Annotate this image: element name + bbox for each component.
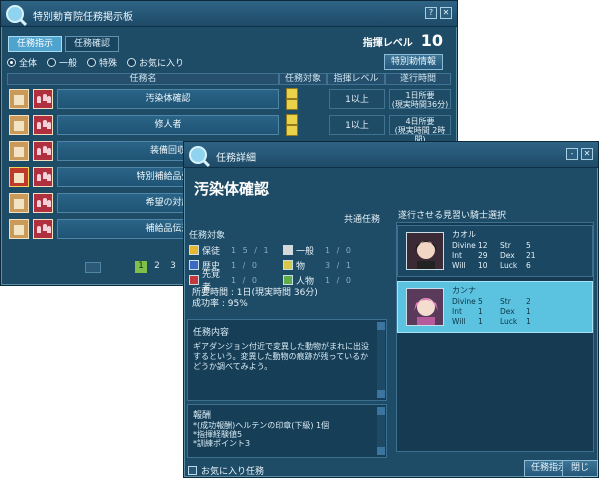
quest-time: 4日所要 (現実時間 2時間)	[389, 115, 451, 144]
filter-special[interactable]: 特殊	[87, 56, 117, 69]
reward-item: *指揮経験値5	[193, 430, 243, 439]
quest-type-icon	[9, 89, 29, 109]
quest-title: 汚染体確認	[194, 180, 270, 198]
col-level: 指揮レベル	[327, 73, 385, 85]
minimize-icon[interactable]: -	[566, 148, 578, 160]
reward-label: 報酬	[193, 411, 212, 421]
filter-general[interactable]: 一般	[47, 56, 77, 69]
knight-select-panel: カオル Divine 12 Str 5 Int 29 Dex 21 Will 10 Luck 6 …	[396, 222, 594, 452]
search-icon	[6, 5, 24, 23]
knights-icon	[33, 193, 53, 213]
board-title: 特別勅育院任務掲示板	[33, 12, 133, 23]
success-rate: 成功率 : 95%	[192, 299, 248, 309]
page-2[interactable]: 2	[151, 261, 163, 273]
filter-all[interactable]: 全体	[7, 56, 37, 69]
quest-row[interactable]: 修人者 1以上 4日所要 (現実時間 2時間)	[7, 114, 451, 144]
special-quest-icon	[9, 167, 29, 187]
close-icon[interactable]: ✕	[440, 7, 452, 19]
pioneer-icon	[189, 275, 199, 285]
required-time: 所要時間 : 1日(現実時間 36分)	[192, 288, 318, 298]
detail-titlebar[interactable]: 任務詳細 - ✕	[184, 142, 598, 168]
page-1[interactable]: 1	[135, 261, 147, 273]
person-icon	[283, 275, 293, 285]
knight-name: カンナ	[452, 286, 476, 295]
col-time: 遂行時間	[385, 73, 451, 85]
apostle-icon	[189, 245, 199, 255]
quest-time: 1日所要 (現実時間36分)	[389, 89, 451, 109]
candidate-label: 遂行させる見習い騎士選択	[398, 211, 507, 221]
target-apostle: 保徒 1 5 / 1	[189, 244, 283, 257]
target-pioneer: 先覚者 1 / 0	[189, 270, 283, 293]
target-icon	[286, 125, 298, 136]
target-person: 人物 1 / 0	[283, 274, 387, 287]
knight-portrait	[406, 288, 444, 326]
special-info-button[interactable]: 特別勅情報	[383, 54, 443, 70]
detail-title: 任務詳細	[216, 153, 256, 164]
knights-icon	[33, 219, 53, 239]
quest-level: 1以上	[329, 89, 385, 109]
page-3[interactable]: 3	[167, 261, 179, 273]
knights-icon	[33, 141, 53, 161]
quest-row[interactable]: 汚染体確認 1以上 1日所要 (現実時間36分)	[7, 88, 451, 110]
favorite-toggle[interactable]: お気に入り任務	[188, 464, 264, 477]
command-level-value: 10	[420, 31, 443, 50]
board-titlebar[interactable]: 特別勅育院任務掲示板 ? ✕	[1, 1, 457, 27]
tab-quest-order[interactable]: 任務指示	[8, 36, 63, 52]
general-icon	[283, 245, 293, 255]
history-icon	[189, 260, 199, 270]
target-general: 一般 1 / 0	[283, 244, 387, 257]
target-label: 任務対象	[189, 231, 226, 241]
quest-detail-window: 任務詳細 - ✕ 汚染体確認 共通任務 任務対象 保徒 1 5 / 1 一般 1 /…	[183, 141, 599, 480]
knight-name: カオル	[452, 230, 476, 239]
quest-content-panel: 任務内容 ギアダンジョン付近で変異した動物がまれに出没するという。変異した動物の…	[187, 319, 387, 401]
radio-icon	[7, 58, 16, 67]
target-icon	[286, 88, 298, 99]
quest-type-icon	[9, 141, 29, 161]
quest-level: 1以上	[329, 115, 385, 135]
tab-quest-check[interactable]: 任務確認	[65, 36, 120, 52]
reward-scrollbar[interactable]	[377, 407, 385, 455]
col-quest-name: 任務名	[7, 73, 279, 85]
close-icon[interactable]: ✕	[581, 148, 593, 160]
knight-stats: Divine 12 Str 5 Int 29 Dex 21 Will 10 Luck 6	[452, 241, 536, 270]
close-button[interactable]: 閉じる	[562, 460, 598, 480]
knights-icon	[33, 167, 53, 187]
command-level-label: 指揮レベル	[362, 38, 413, 49]
target-icon	[286, 99, 298, 110]
help-icon[interactable]: ?	[425, 7, 437, 19]
quest-type-icon	[9, 219, 29, 239]
quest-name[interactable]: 汚染体確認	[57, 89, 279, 109]
content-label: 任務内容	[193, 328, 230, 338]
knight-stats: Divine 5 Str 2 Int 1 Dex 1 Will 1 Luck 1	[452, 297, 531, 326]
reward-item: *訓練ポイント3	[193, 439, 251, 448]
quest-name[interactable]: 修人者	[57, 115, 279, 135]
content-scrollbar[interactable]	[377, 322, 385, 398]
prev-page-icon[interactable]	[85, 261, 101, 273]
object-icon	[283, 260, 293, 270]
knight-card-selected[interactable]: カンナ Divine 5 Str 2 Int 1 Dex 1 Will 1 Luck 1	[397, 281, 593, 333]
knight-portrait	[406, 232, 444, 270]
quest-type-icon	[9, 193, 29, 213]
knight-card[interactable]: カオル Divine 12 Str 5 Int 29 Dex 21 Will 10 Luck 6	[397, 225, 593, 277]
filter-favorite[interactable]: お気に入り	[127, 56, 184, 69]
checkbox-icon[interactable]	[188, 466, 197, 475]
radio-icon	[47, 58, 57, 67]
target-object: 物3 / 1	[283, 259, 387, 272]
reward-panel: 報酬 *(成功報酬)ヘルテンの印章(下級) 1個 *指揮経験値5 *訓練ポイント…	[187, 404, 387, 458]
reward-item: *(成功報酬)ヘルテンの印章(下級) 1個	[193, 421, 330, 430]
favorite-label: お気に入り任務	[201, 467, 265, 477]
radio-icon	[87, 58, 97, 67]
target-icon	[286, 114, 298, 125]
knights-icon	[33, 89, 53, 109]
pagination: 1 2 3	[85, 261, 179, 273]
knights-icon	[33, 115, 53, 135]
content-text: ギアダンジョン付近で変異した動物がまれに出没するという。変異した動物の痕跡が残っ…	[193, 342, 369, 371]
quest-category: 共通任務	[344, 215, 381, 225]
radio-icon	[127, 58, 137, 67]
search-icon	[189, 146, 207, 164]
quest-type-icon	[9, 115, 29, 135]
col-target: 任務対象	[279, 73, 327, 85]
